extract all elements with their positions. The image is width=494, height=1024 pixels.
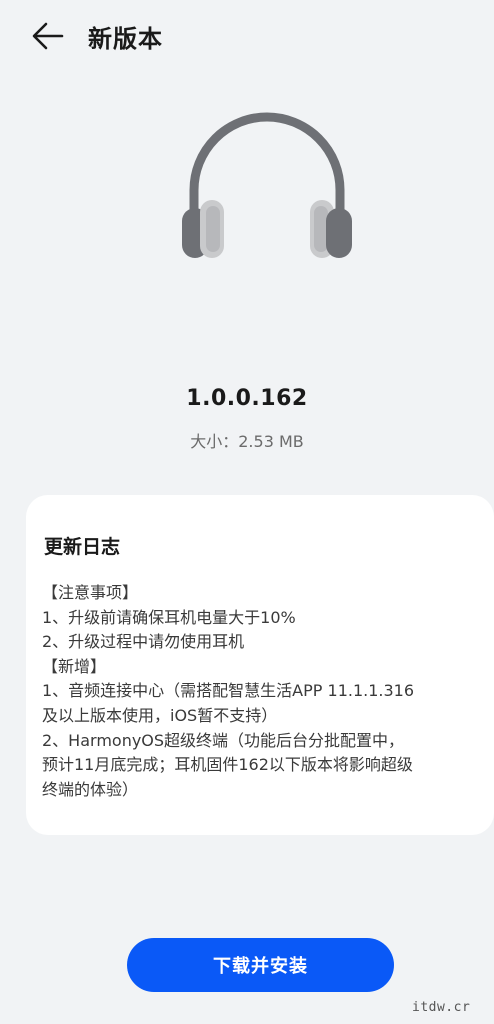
changelog-line: 1、升级前请确保耳机电量大于10% <box>42 607 296 627</box>
arrow-left-icon <box>32 22 64 50</box>
download-install-button[interactable]: 下载并安装 <box>127 938 394 992</box>
changelog-line: 2、升级过程中请勿使用耳机 <box>42 632 245 652</box>
changelog-line: 及以上版本使用，iOS暂不支持） <box>42 705 278 725</box>
changelog-content: 【注意事项】 1、升级前请确保耳机电量大于10% 2、升级过程中请勿使用耳机 【… <box>42 581 482 802</box>
package-size: 大小：2.53 MB <box>190 432 304 451</box>
watermark: itdw.cr <box>412 1000 471 1015</box>
changelog-line: 【注意事项】 <box>42 583 139 602</box>
page-title: 新版本 <box>88 25 163 53</box>
app-screen: 新版本 1.0.0.162 大小：2.53 MB 更新日志 【注意事项】 1、升… <box>0 0 494 1024</box>
changelog-line: 【新增】 <box>42 656 107 676</box>
product-image <box>172 100 362 270</box>
version-number: 1.0.0.162 <box>186 386 308 411</box>
changelog-line: 预计11月底完成；耳机固件162以下版本将影响超级 <box>42 755 413 775</box>
changelog-title: 更新日志 <box>44 536 121 558</box>
back-button[interactable] <box>28 18 68 54</box>
top-bar: 新版本 <box>0 0 494 72</box>
changelog-line: 2、HarmonyOS超级终端（功能后台分批配置中， <box>42 730 405 750</box>
changelog-line: 1、音频连接中心（需搭配智慧生活APP 11.1.1.316 <box>42 681 415 701</box>
changelog-card: 更新日志 【注意事项】 1、升级前请确保耳机电量大于10% 2、升级过程中请勿使… <box>26 495 494 835</box>
headphones-icon <box>182 112 352 258</box>
changelog-line: 终端的体验） <box>42 779 139 799</box>
